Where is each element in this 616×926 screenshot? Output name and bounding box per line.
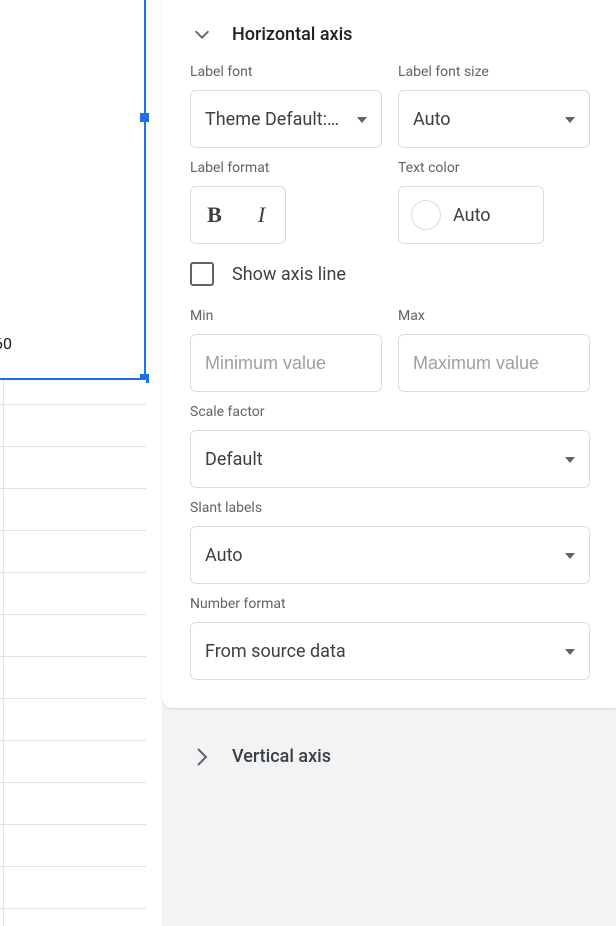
slant-labels-select[interactable]: Auto: [190, 526, 590, 584]
text-color-value: Auto: [453, 205, 491, 226]
chevron-right-icon: [190, 747, 214, 767]
selection-handle-right[interactable]: [140, 113, 149, 122]
horizontal-axis-header[interactable]: Horizontal axis: [190, 8, 590, 64]
label-font-size-select[interactable]: Auto: [398, 90, 590, 148]
chart-y-tick-label: 60: [0, 334, 12, 353]
label-font-size-value: Auto: [413, 109, 451, 130]
vertical-axis-title: Vertical axis: [232, 746, 331, 767]
label-font-size-label: Label font size: [398, 64, 590, 80]
label-font-value: Theme Default:…: [205, 109, 339, 130]
dropdown-caret-icon: [565, 548, 575, 562]
min-input[interactable]: [190, 334, 382, 392]
label-font-select[interactable]: Theme Default:…: [190, 90, 382, 148]
label-format-label: Label format: [190, 160, 382, 176]
text-color-select[interactable]: Auto: [398, 186, 544, 244]
slant-labels-value: Auto: [205, 545, 243, 566]
dropdown-caret-icon: [565, 112, 575, 126]
max-label: Max: [398, 308, 590, 324]
italic-button[interactable]: I: [238, 187, 285, 243]
label-format-group: B I: [190, 186, 286, 244]
scale-factor-value: Default: [205, 449, 263, 470]
dropdown-caret-icon: [565, 452, 575, 466]
chart-selection-box[interactable]: 60: [0, 0, 146, 380]
min-label: Min: [190, 308, 382, 324]
dropdown-caret-icon: [565, 644, 575, 658]
horizontal-axis-panel: Horizontal axis Label font Theme Default…: [162, 0, 616, 708]
number-format-value: From source data: [205, 641, 346, 662]
dropdown-caret-icon: [357, 112, 367, 126]
show-axis-line-label: Show axis line: [232, 264, 346, 285]
slant-labels-label: Slant labels: [190, 500, 590, 516]
max-input[interactable]: [398, 334, 590, 392]
color-swatch-icon: [411, 200, 441, 230]
number-format-label: Number format: [190, 596, 590, 612]
chevron-down-icon: [190, 22, 214, 46]
scale-factor-select[interactable]: Default: [190, 430, 590, 488]
bold-button[interactable]: B: [191, 187, 238, 243]
label-font-label: Label font: [190, 64, 382, 80]
number-format-select[interactable]: From source data: [190, 622, 590, 680]
scale-factor-label: Scale factor: [190, 404, 590, 420]
vertical-axis-header[interactable]: Vertical axis: [162, 730, 616, 783]
show-axis-line-checkbox[interactable]: [190, 262, 214, 286]
text-color-label: Text color: [398, 160, 590, 176]
spreadsheet-grid[interactable]: [0, 380, 146, 926]
chart-editor-sidebar: Horizontal axis Label font Theme Default…: [162, 0, 616, 926]
horizontal-axis-title: Horizontal axis: [232, 24, 352, 45]
worksheet-slice: 60: [0, 0, 162, 926]
